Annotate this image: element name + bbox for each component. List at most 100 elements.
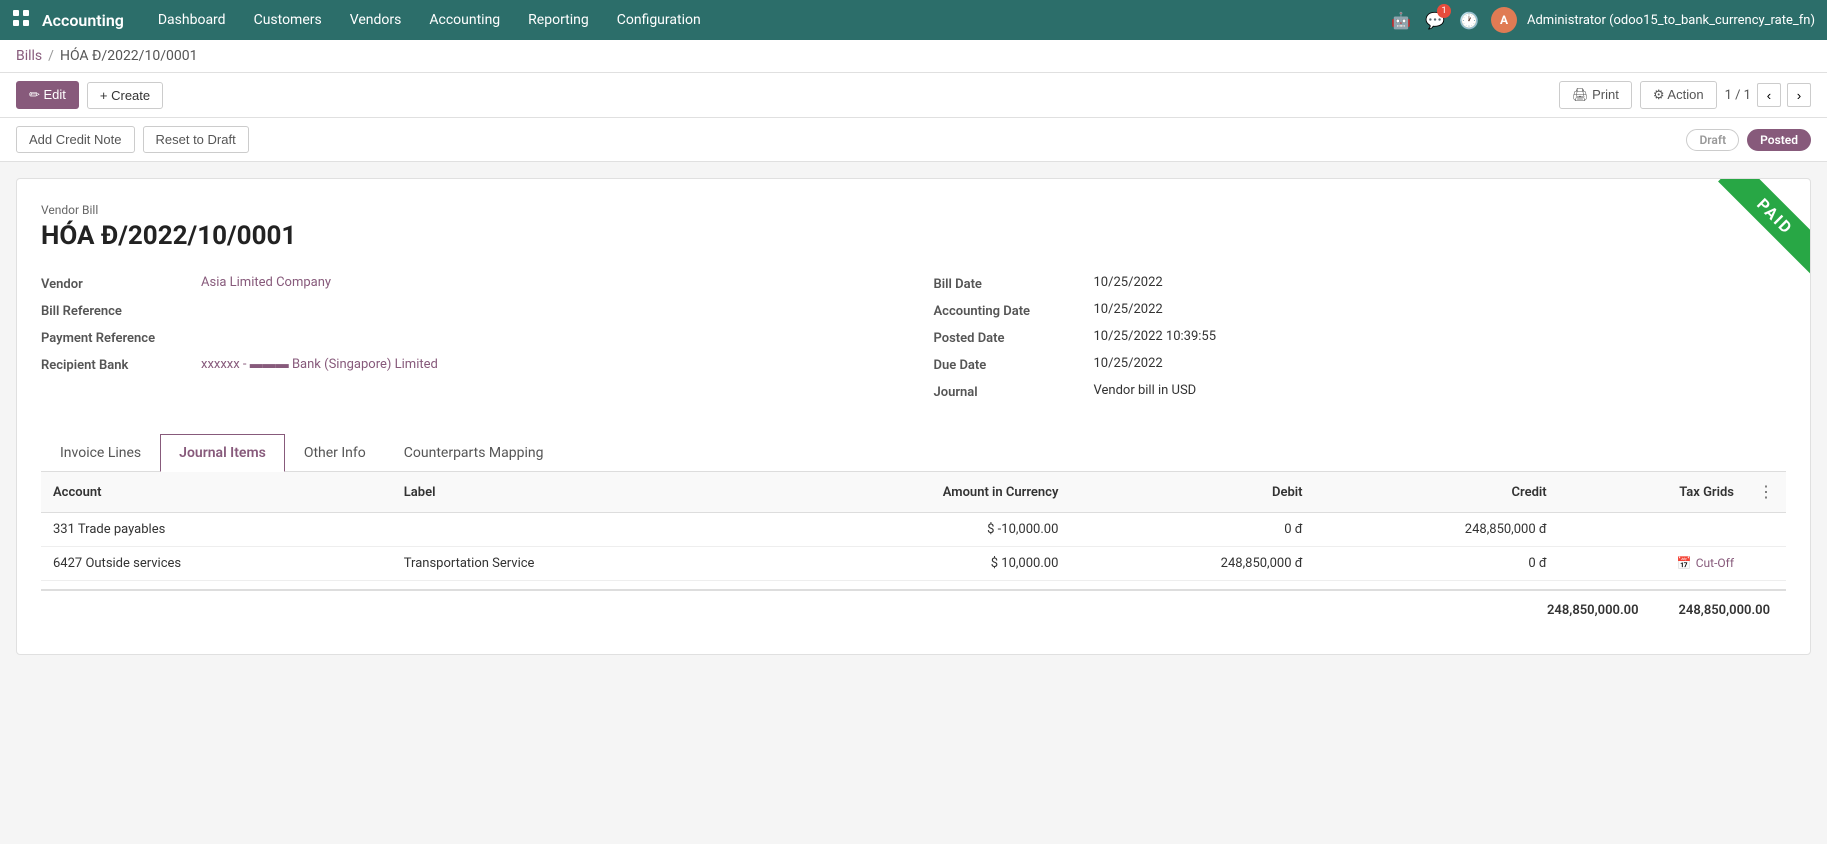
form-fields: Vendor Asia Limited Company Bill Referen… — [41, 275, 1786, 410]
row1-label — [392, 513, 749, 547]
posted-date-label: Posted Date — [934, 329, 1094, 346]
col-label: Label — [392, 472, 749, 513]
vendor-value[interactable]: Asia Limited Company — [201, 275, 894, 290]
posted-date-value: 10/25/2022 10:39:55 — [1094, 329, 1787, 344]
accounting-date-field: Accounting Date 10/25/2022 — [934, 302, 1787, 319]
row2-debit: 248,850,000 đ — [1070, 547, 1314, 581]
clock-icon[interactable]: 🕐 — [1457, 8, 1481, 32]
col-options-header: ⋮ — [1746, 472, 1786, 513]
tab-other-info[interactable]: Other Info — [285, 434, 385, 472]
form-card: PAID Vendor Bill HÓA Đ/2022/10/0001 Vend… — [16, 178, 1811, 655]
menu-vendors[interactable]: Vendors — [336, 0, 416, 40]
row2-label: Transportation Service — [392, 547, 749, 581]
recipient-bank-value[interactable]: xxxxxx - ▬▬▬ Bank (Singapore) Limited — [201, 356, 894, 372]
menu-configuration[interactable]: Configuration — [603, 0, 715, 40]
row1-debit: 0 đ — [1070, 513, 1314, 547]
row2-amount-currency: $ 10,000.00 — [748, 547, 1070, 581]
col-amount-currency: Amount in Currency — [748, 472, 1070, 513]
reset-to-draft-button[interactable]: Reset to Draft — [143, 126, 249, 153]
menu-accounting[interactable]: Accounting — [415, 0, 514, 40]
footer-credit-total: 248,850,000.00 — [1679, 603, 1771, 618]
tab-invoice-lines[interactable]: Invoice Lines — [41, 434, 160, 472]
due-date-field: Due Date 10/25/2022 — [934, 356, 1787, 373]
print-button[interactable]: 🖨 Print — [1559, 81, 1632, 109]
row1-tax-grids — [1559, 513, 1746, 547]
create-button[interactable]: + Create — [87, 82, 163, 109]
row2-options — [1746, 547, 1786, 581]
due-date-value: 10/25/2022 — [1094, 356, 1787, 371]
journal-label: Journal — [934, 383, 1094, 400]
breadcrumb-parent[interactable]: Bills — [16, 48, 42, 64]
top-right-actions: 🤖 💬 1 🕐 A Administrator (odoo15_to_bank_… — [1389, 7, 1815, 33]
pagination-prev[interactable]: ‹ — [1757, 83, 1781, 107]
form-title: HÓA Đ/2022/10/0001 — [41, 221, 1786, 251]
posted-date-field: Posted Date 10/25/2022 10:39:55 — [934, 329, 1787, 346]
second-action-bar: Add Credit Note Reset to Draft Draft Pos… — [0, 118, 1827, 162]
bill-reference-field: Bill Reference — [41, 302, 894, 319]
recipient-bank-label: Recipient Bank — [41, 356, 201, 373]
col-account: Account — [41, 472, 392, 513]
row1-options — [1746, 513, 1786, 547]
add-credit-note-button[interactable]: Add Credit Note — [16, 126, 135, 153]
journal-value: Vendor bill in USD — [1094, 383, 1787, 398]
app-brand: Accounting — [42, 11, 124, 30]
action-button[interactable]: ⚙ Action — [1640, 81, 1717, 109]
pagination-text: 1 / 1 — [1725, 88, 1751, 103]
bill-date-value: 10/25/2022 — [1094, 275, 1787, 290]
menu-reporting[interactable]: Reporting — [514, 0, 603, 40]
pagination-next[interactable]: › — [1787, 83, 1811, 107]
calendar-icon: 📅 — [1677, 556, 1692, 570]
tab-counterparts-mapping[interactable]: Counterparts Mapping — [385, 434, 563, 472]
chat-icon[interactable]: 💬 1 — [1423, 8, 1447, 32]
cutoff-label: Cut-Off — [1696, 556, 1734, 570]
action-bar: ✏ Edit + Create 🖨 Print ⚙ Action 1 / 1 ‹… — [0, 73, 1827, 118]
bill-date-label: Bill Date — [934, 275, 1094, 292]
due-date-label: Due Date — [934, 356, 1094, 373]
row2-credit: 0 đ — [1315, 547, 1559, 581]
tab-journal-items[interactable]: Journal Items — [160, 434, 285, 472]
breadcrumb-separator: / — [48, 48, 54, 64]
journal-field: Journal Vendor bill in USD — [934, 383, 1787, 400]
top-navigation: Accounting Dashboard Customers Vendors A… — [0, 0, 1827, 40]
pagination: 1 / 1 ‹ › — [1725, 83, 1811, 107]
row1-credit: 248,850,000 đ — [1315, 513, 1559, 547]
row2-account[interactable]: 6427 Outside services — [41, 547, 392, 581]
row1-account[interactable]: 331 Trade payables — [41, 513, 392, 547]
edit-button[interactable]: ✏ Edit — [16, 81, 79, 109]
journal-items-table: Account Label Amount in Currency Debit C… — [41, 472, 1786, 581]
col-credit: Credit — [1315, 472, 1559, 513]
tabs-bar: Invoice Lines Journal Items Other Info C… — [41, 434, 1786, 472]
payment-reference-label: Payment Reference — [41, 329, 201, 346]
status-posted: Posted — [1747, 129, 1811, 151]
row2-tax-grids[interactable]: 📅 Cut-Off — [1559, 547, 1746, 581]
accounting-date-label: Accounting Date — [934, 302, 1094, 319]
table-row: 331 Trade payables $ -10,000.00 0 đ 248,… — [41, 513, 1786, 547]
cutoff-badge[interactable]: 📅 Cut-Off — [1677, 556, 1734, 570]
status-area: Draft Posted — [1686, 129, 1811, 151]
grid-icon[interactable] — [12, 9, 30, 31]
robot-icon[interactable]: 🤖 — [1389, 8, 1413, 32]
row1-amount-currency: $ -10,000.00 — [748, 513, 1070, 547]
vendor-field: Vendor Asia Limited Company — [41, 275, 894, 292]
table-row: 6427 Outside services Transportation Ser… — [41, 547, 1786, 581]
status-draft: Draft — [1686, 129, 1739, 151]
bill-date-field: Bill Date 10/25/2022 — [934, 275, 1787, 292]
menu-dashboard[interactable]: Dashboard — [144, 0, 240, 40]
notification-badge: 1 — [1437, 4, 1451, 18]
breadcrumb-current: HÓA Đ/2022/10/0001 — [60, 48, 197, 64]
footer-debit-total: 248,850,000.00 — [1547, 603, 1639, 618]
payment-reference-field: Payment Reference — [41, 329, 894, 346]
col-tax-grids: Tax Grids — [1559, 472, 1746, 513]
menu-customers[interactable]: Customers — [240, 0, 336, 40]
bill-reference-label: Bill Reference — [41, 302, 201, 319]
main-content: PAID Vendor Bill HÓA Đ/2022/10/0001 Vend… — [0, 162, 1827, 671]
user-label[interactable]: Administrator (odoo15_to_bank_currency_r… — [1527, 13, 1815, 28]
form-col-left: Vendor Asia Limited Company Bill Referen… — [41, 275, 894, 410]
breadcrumb: Bills / HÓA Đ/2022/10/0001 — [0, 40, 1827, 73]
avatar[interactable]: A — [1491, 7, 1517, 33]
vendor-label: Vendor — [41, 275, 201, 292]
top-menu: Dashboard Customers Vendors Accounting R… — [144, 0, 715, 40]
form-type-label: Vendor Bill — [41, 203, 1786, 217]
col-debit: Debit — [1070, 472, 1314, 513]
col-options-btn[interactable]: ⋮ — [1758, 482, 1774, 502]
